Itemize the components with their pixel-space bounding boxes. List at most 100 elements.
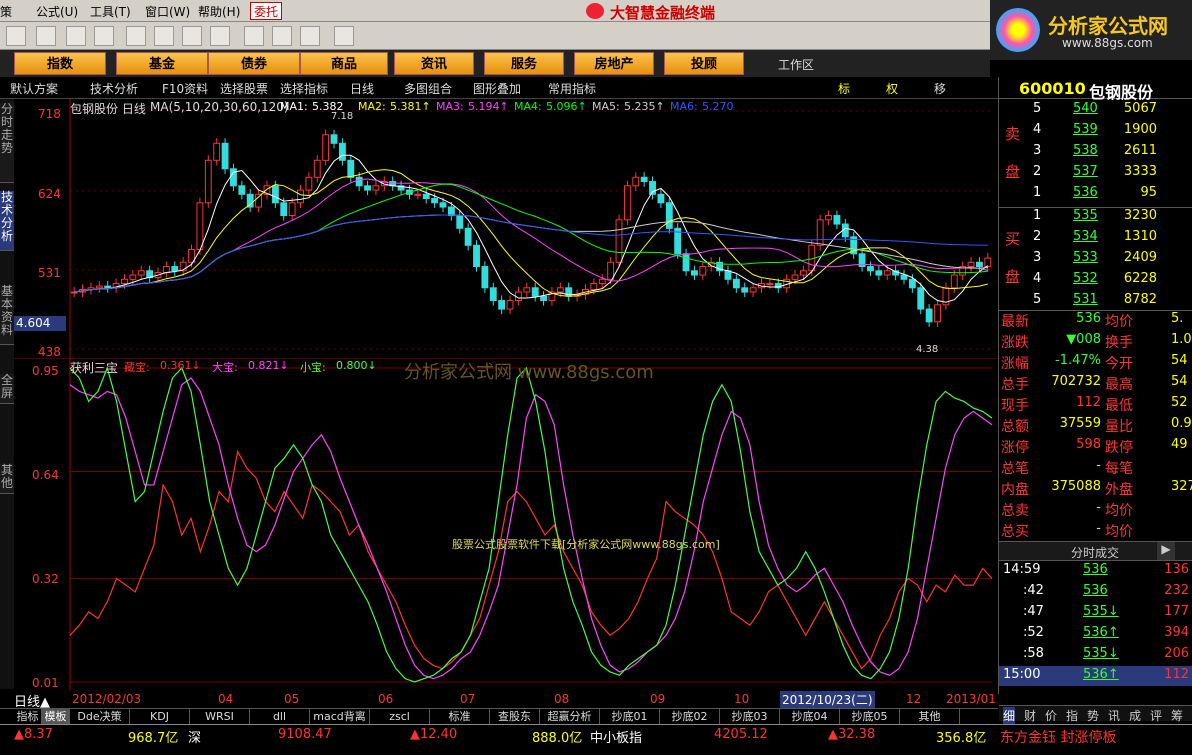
indicator-tab-5[interactable]: dll — [250, 709, 310, 725]
rights-button[interactable]: 权 — [886, 80, 898, 97]
indicator-tab-15[interactable]: 抄底05 — [840, 709, 900, 725]
tool-icon-8[interactable] — [210, 26, 230, 46]
indicator-tab-8[interactable]: 标准 — [430, 709, 490, 725]
nav-service[interactable]: 服务 — [484, 52, 564, 75]
candle-17 — [213, 142, 221, 161]
nav-fund[interactable]: 基金 — [116, 52, 208, 75]
indicator-tab-12[interactable]: 抄底02 — [660, 709, 720, 725]
sidebar-fullscreen[interactable]: 全屏 — [0, 374, 14, 404]
f10-info[interactable]: F10资料 — [162, 80, 208, 97]
sidebar-fundamental[interactable]: 基本资料 — [0, 285, 14, 345]
indicator-tab-7[interactable]: zscl — [370, 709, 430, 725]
period-daily[interactable]: 日线 — [350, 80, 374, 97]
quote-tab-4[interactable]: 势 — [1087, 707, 1099, 724]
trade-button[interactable]: 委托 — [250, 2, 282, 20]
indicator-tab-9[interactable]: 查股东 — [490, 709, 540, 725]
indicator-tab-3[interactable]: KDJ — [130, 709, 190, 725]
select-indicator[interactable]: 选择指标 — [280, 80, 328, 97]
stat-value-3: 702732 — [1051, 374, 1101, 389]
indicator-tab-11[interactable]: 抄底01 — [600, 709, 660, 725]
quote-tab-3[interactable]: 指 — [1066, 707, 1078, 724]
tool-icon-10[interactable] — [272, 26, 292, 46]
brand-panel: 分析家公式网 www.88gs.com — [990, 0, 1192, 60]
xtick-3: 06 — [378, 692, 394, 706]
nav-advisor[interactable]: 投顾 — [664, 52, 744, 75]
tool-icon-2[interactable] — [36, 26, 56, 46]
sell-level-4: 1 — [1033, 185, 1042, 200]
quote-tab-1[interactable]: 财 — [1024, 707, 1036, 724]
stock-name: 包钢股份 — [1089, 83, 1154, 102]
news-ticker[interactable]: 东方金钰 封涨停板 — [1000, 727, 1116, 747]
indicator-tab-4[interactable]: WRSI — [190, 709, 250, 725]
buy-price-2[interactable]: 533 — [1073, 250, 1098, 265]
candle-74 — [691, 270, 698, 276]
stat-label2-5: 量比 — [1105, 419, 1133, 435]
sidebar-technical[interactable]: 技术分析 — [0, 191, 14, 251]
candle-101 — [917, 287, 925, 310]
quote-tab-6[interactable]: 成 — [1129, 707, 1141, 724]
nav-bond[interactable]: 债券 — [208, 52, 300, 75]
quote-tab-8[interactable]: 筹 — [1171, 707, 1183, 724]
indicator-chart[interactable]: 获利三宝 藏宝: 0.361↓ 大宝: 0.821↓ 小宝: 0.800↓ 0.95 0.… — [14, 358, 998, 690]
indicator-tab-14[interactable]: 抄底04 — [780, 709, 840, 725]
quote-tab-5[interactable]: 讯 — [1108, 707, 1120, 724]
sell-price-1[interactable]: 539 — [1073, 122, 1098, 137]
candle-33 — [347, 159, 355, 178]
sell-price-0[interactable]: 540 — [1073, 101, 1098, 116]
multi-chart[interactable]: 多图组合 — [404, 80, 452, 97]
indicator-tab-13[interactable]: 抄底03 — [720, 709, 780, 725]
buy-price-4[interactable]: 531 — [1073, 292, 1098, 307]
common-indicators[interactable]: 常用指标 — [548, 80, 596, 97]
candle-27 — [297, 189, 304, 204]
menu-tools[interactable]: 工具(T) — [90, 3, 131, 20]
tool-icon-6[interactable] — [154, 26, 174, 46]
move-button[interactable]: 移 — [934, 80, 946, 97]
menu-window[interactable]: 窗口(W) — [145, 3, 190, 20]
ticks-expand-icon[interactable]: ▶ — [1157, 542, 1175, 560]
menu-strategy[interactable]: 策 — [0, 3, 12, 20]
nav-commodity[interactable]: 商品 — [300, 52, 388, 75]
menu-help[interactable]: 帮助(H) — [198, 3, 240, 20]
indicator-tab-6[interactable]: macd背离 — [310, 709, 370, 725]
sell-price-3[interactable]: 537 — [1073, 164, 1098, 179]
overlay[interactable]: 图形叠加 — [473, 80, 521, 97]
workspace-button[interactable]: 工作区 — [778, 56, 814, 73]
buy-price-1[interactable]: 534 — [1073, 229, 1098, 244]
sidebar-intraday[interactable]: 分时走势 — [0, 103, 14, 183]
indicator-tab-16[interactable]: 其他 — [900, 709, 960, 725]
sidebar-other[interactable]: 其他 — [0, 464, 14, 494]
candle-18 — [221, 142, 229, 170]
tool-icon-11[interactable] — [300, 26, 320, 46]
help-pointer-icon[interactable] — [334, 26, 354, 46]
nav-news[interactable]: 资讯 — [394, 52, 474, 75]
stat-label2-8: 外盘 — [1105, 482, 1133, 498]
select-stock[interactable]: 选择股票 — [220, 80, 268, 97]
indicator-tab-1[interactable]: 模板 — [42, 709, 70, 725]
alert-icon[interactable] — [94, 26, 114, 46]
indicator-tab-2[interactable]: Dde决策 — [70, 709, 130, 725]
tool-icon-7[interactable] — [182, 26, 202, 46]
buy-price-0[interactable]: 535 — [1073, 208, 1098, 223]
tool-icon-5[interactable] — [126, 26, 146, 46]
tool-icon-1[interactable] — [6, 26, 26, 46]
candle-97 — [883, 270, 891, 276]
candle-47 — [464, 227, 472, 246]
indicator-tab-0[interactable]: 指标 — [14, 709, 42, 725]
kline-chart[interactable]: 包钢股份 日线 MA(5,10,20,30,60,120) 5.382 MA1: 5… — [14, 99, 998, 359]
quote-tab-7[interactable]: 评 — [1150, 707, 1162, 724]
tool-icon-9[interactable] — [244, 26, 264, 46]
quote-tab-0[interactable]: 细 — [1003, 707, 1016, 724]
nav-realestate[interactable]: 房地产 — [574, 52, 654, 75]
sell-price-2[interactable]: 538 — [1073, 143, 1098, 158]
nav-index[interactable]: 指数 — [14, 52, 106, 75]
menu-formula[interactable]: 公式(U) — [36, 3, 78, 20]
quote-tab-2[interactable]: 价 — [1045, 707, 1057, 724]
binoculars-icon[interactable] — [66, 26, 86, 46]
buy-price-3[interactable]: 532 — [1073, 271, 1098, 286]
mark-button[interactable]: 标 — [838, 80, 850, 97]
stat-value2-4: 52 — [1171, 395, 1188, 410]
default-scheme[interactable]: 默认方案 — [10, 80, 58, 97]
tech-analysis[interactable]: 技术分析 — [90, 80, 138, 97]
indicator-tab-10[interactable]: 超赢分析 — [540, 709, 600, 725]
sell-price-4[interactable]: 536 — [1073, 185, 1098, 200]
